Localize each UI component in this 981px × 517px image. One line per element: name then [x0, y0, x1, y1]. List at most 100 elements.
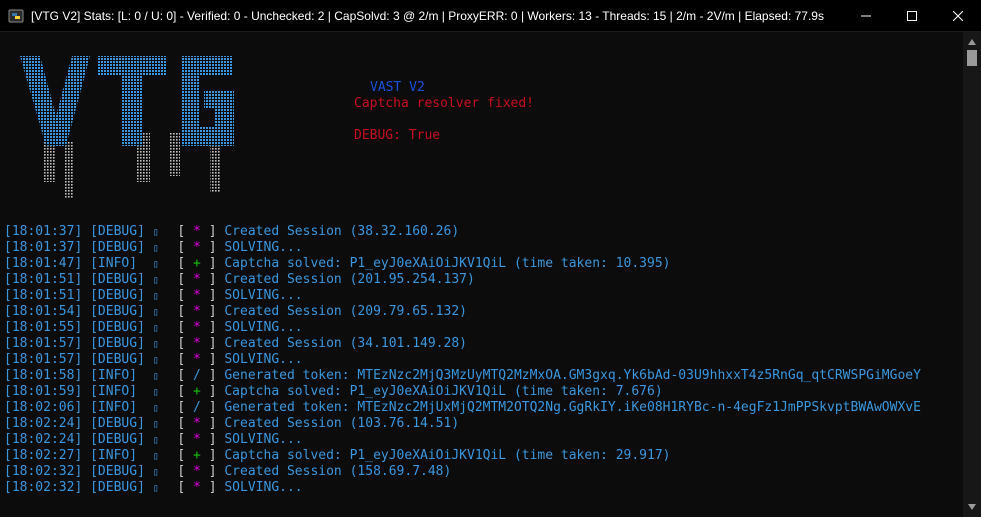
log-level: [DEBUG]: [90, 304, 145, 319]
status-symbol: +: [193, 384, 201, 399]
unknown-glyph-icon: ▯: [152, 451, 159, 462]
log-timestamp: [18:01:57]: [4, 336, 83, 351]
console-output[interactable]: VAST V2 Captcha resolver fixed! DEBUG: T…: [0, 32, 963, 517]
title-bar[interactable]: [VTG V2] Stats: [L: 0 / U: 0] - Verified…: [0, 0, 981, 32]
log-row: [18:01:59] [INFO] ▯ [ + ] Captcha solved…: [4, 384, 663, 399]
status-symbol: +: [193, 448, 201, 463]
minimize-button[interactable]: [843, 0, 889, 32]
unknown-glyph-icon: ▯: [152, 435, 159, 446]
banner-notice: Captcha resolver fixed!: [354, 96, 535, 111]
log-message: SOLVING...: [224, 480, 303, 495]
log-row: [18:02:24] [DEBUG] ▯ [ * ] Created Sessi…: [4, 416, 460, 431]
log-timestamp: [18:01:59]: [4, 384, 83, 399]
status-symbol: *: [193, 272, 201, 287]
log-level: [DEBUG]: [90, 432, 145, 447]
log-timestamp: [18:02:06]: [4, 400, 83, 415]
log-row: [18:01:37] [DEBUG] ▯ [ * ] Created Sessi…: [4, 224, 460, 239]
unknown-glyph-icon: ▯: [152, 371, 159, 382]
log-timestamp: [18:02:24]: [4, 432, 83, 447]
log-row: [18:01:55] [DEBUG] ▯ [ * ] SOLVING...: [4, 320, 303, 335]
log-message: SOLVING...: [224, 432, 303, 447]
scroll-up-icon[interactable]: [963, 34, 981, 50]
log-level: [INFO]: [90, 384, 145, 399]
log-level: [DEBUG]: [90, 288, 145, 303]
python-icon: [8, 8, 24, 24]
log-timestamp: [18:01:51]: [4, 272, 83, 287]
unknown-glyph-icon: ▯: [152, 483, 159, 494]
banner-blank: [354, 112, 534, 128]
log-message: SOLVING...: [224, 288, 303, 303]
log-level: [DEBUG]: [90, 336, 145, 351]
unknown-glyph-icon: ▯: [152, 291, 159, 302]
log-row: [18:02:06] [INFO] ▯ [ / ] Generated toke…: [4, 400, 921, 415]
unknown-glyph-icon: ▯: [152, 467, 159, 478]
log-timestamp: [18:01:37]: [4, 240, 83, 255]
log-timestamp: [18:01:58]: [4, 368, 83, 383]
log-level: [DEBUG]: [90, 464, 145, 479]
status-symbol: *: [193, 416, 201, 431]
log-timestamp: [18:02:24]: [4, 416, 83, 431]
log-level: [DEBUG]: [90, 224, 145, 239]
status-symbol: /: [193, 400, 201, 415]
log-message: Created Session (34.101.149.28): [224, 336, 467, 351]
status-symbol: *: [193, 432, 201, 447]
vertical-scrollbar[interactable]: [963, 32, 981, 517]
status-symbol: +: [193, 256, 201, 271]
log-row: [18:01:51] [DEBUG] ▯ [ * ] SOLVING...: [4, 288, 303, 303]
log-row: [18:01:37] [DEBUG] ▯ [ * ] SOLVING...: [4, 240, 303, 255]
banner-debug: DEBUG: True: [354, 128, 441, 143]
unknown-glyph-icon: ▯: [152, 243, 159, 254]
log-message: Created Session (209.79.65.132): [224, 304, 467, 319]
maximize-icon: [907, 10, 917, 21]
unknown-glyph-icon: ▯: [152, 419, 159, 430]
log-message: Captcha solved: P1_eyJ0eXAiOiJKV1QiL (ti…: [224, 448, 671, 463]
log-message: Created Session (38.32.160.26): [224, 224, 460, 239]
log-level: [DEBUG]: [90, 272, 145, 287]
unknown-glyph-icon: ▯: [152, 403, 159, 414]
log-message: Generated token: MTEzNzc2MjQ3MzUyMTQ2MzM…: [224, 368, 921, 383]
log-level: [INFO]: [90, 400, 145, 415]
status-symbol: *: [193, 336, 201, 351]
minimize-icon: [861, 15, 871, 16]
scrollbar-thumb[interactable]: [967, 50, 977, 66]
close-icon: [953, 10, 963, 21]
status-symbol: *: [193, 320, 201, 335]
log-message: Generated token: MTEzNzc2MjUxMjQ2MTM2OTQ…: [224, 400, 921, 415]
unknown-glyph-icon: ▯: [152, 339, 159, 350]
log-timestamp: [18:02:32]: [4, 464, 83, 479]
log-timestamp: [18:01:57]: [4, 352, 83, 367]
status-symbol: *: [193, 352, 201, 367]
log-message: SOLVING...: [224, 320, 303, 335]
log-row: [18:01:47] [INFO] ▯ [ + ] Captcha solved…: [4, 256, 671, 271]
log-timestamp: [18:01:54]: [4, 304, 83, 319]
close-button[interactable]: [935, 0, 981, 32]
log-row: [18:02:24] [DEBUG] ▯ [ * ] SOLVING...: [4, 432, 303, 447]
log-timestamp: [18:01:37]: [4, 224, 83, 239]
window-title: [VTG V2] Stats: [L: 0 / U: 0] - Verified…: [31, 8, 824, 23]
log-row: [18:01:57] [DEBUG] ▯ [ * ] SOLVING...: [4, 352, 303, 367]
log-message: Created Session (103.76.14.51): [224, 416, 460, 431]
log-message: Captcha solved: P1_eyJ0eXAiOiJKV1QiL (ti…: [224, 384, 663, 399]
log-level: [DEBUG]: [90, 416, 145, 431]
log-list: [18:01:37] [DEBUG] ▯ [ * ] Created Sessi…: [4, 224, 921, 496]
log-row: [18:02:32] [DEBUG] ▯ [ * ] Created Sessi…: [4, 464, 452, 479]
status-symbol: *: [193, 464, 201, 479]
scroll-down-icon[interactable]: [963, 499, 981, 515]
maximize-button[interactable]: [889, 0, 935, 32]
status-symbol: /: [193, 368, 201, 383]
log-level: [DEBUG]: [90, 240, 145, 255]
log-message: Captcha solved: P1_eyJ0eXAiOiJKV1QiL (ti…: [224, 256, 671, 271]
unknown-glyph-icon: ▯: [152, 387, 159, 398]
log-row: [18:02:27] [INFO] ▯ [ + ] Captcha solved…: [4, 448, 671, 463]
log-row: [18:01:51] [DEBUG] ▯ [ * ] Created Sessi…: [4, 272, 475, 287]
status-symbol: *: [193, 224, 201, 239]
status-symbol: *: [193, 288, 201, 303]
log-message: Created Session (201.95.254.137): [224, 272, 475, 287]
vtg-logo: [14, 46, 244, 210]
log-level: [INFO]: [90, 448, 145, 463]
log-row: [18:02:32] [DEBUG] ▯ [ * ] SOLVING...: [4, 480, 303, 495]
unknown-glyph-icon: ▯: [152, 275, 159, 286]
unknown-glyph-icon: ▯: [152, 323, 159, 334]
log-timestamp: [18:02:27]: [4, 448, 83, 463]
log-timestamp: [18:02:32]: [4, 480, 83, 495]
